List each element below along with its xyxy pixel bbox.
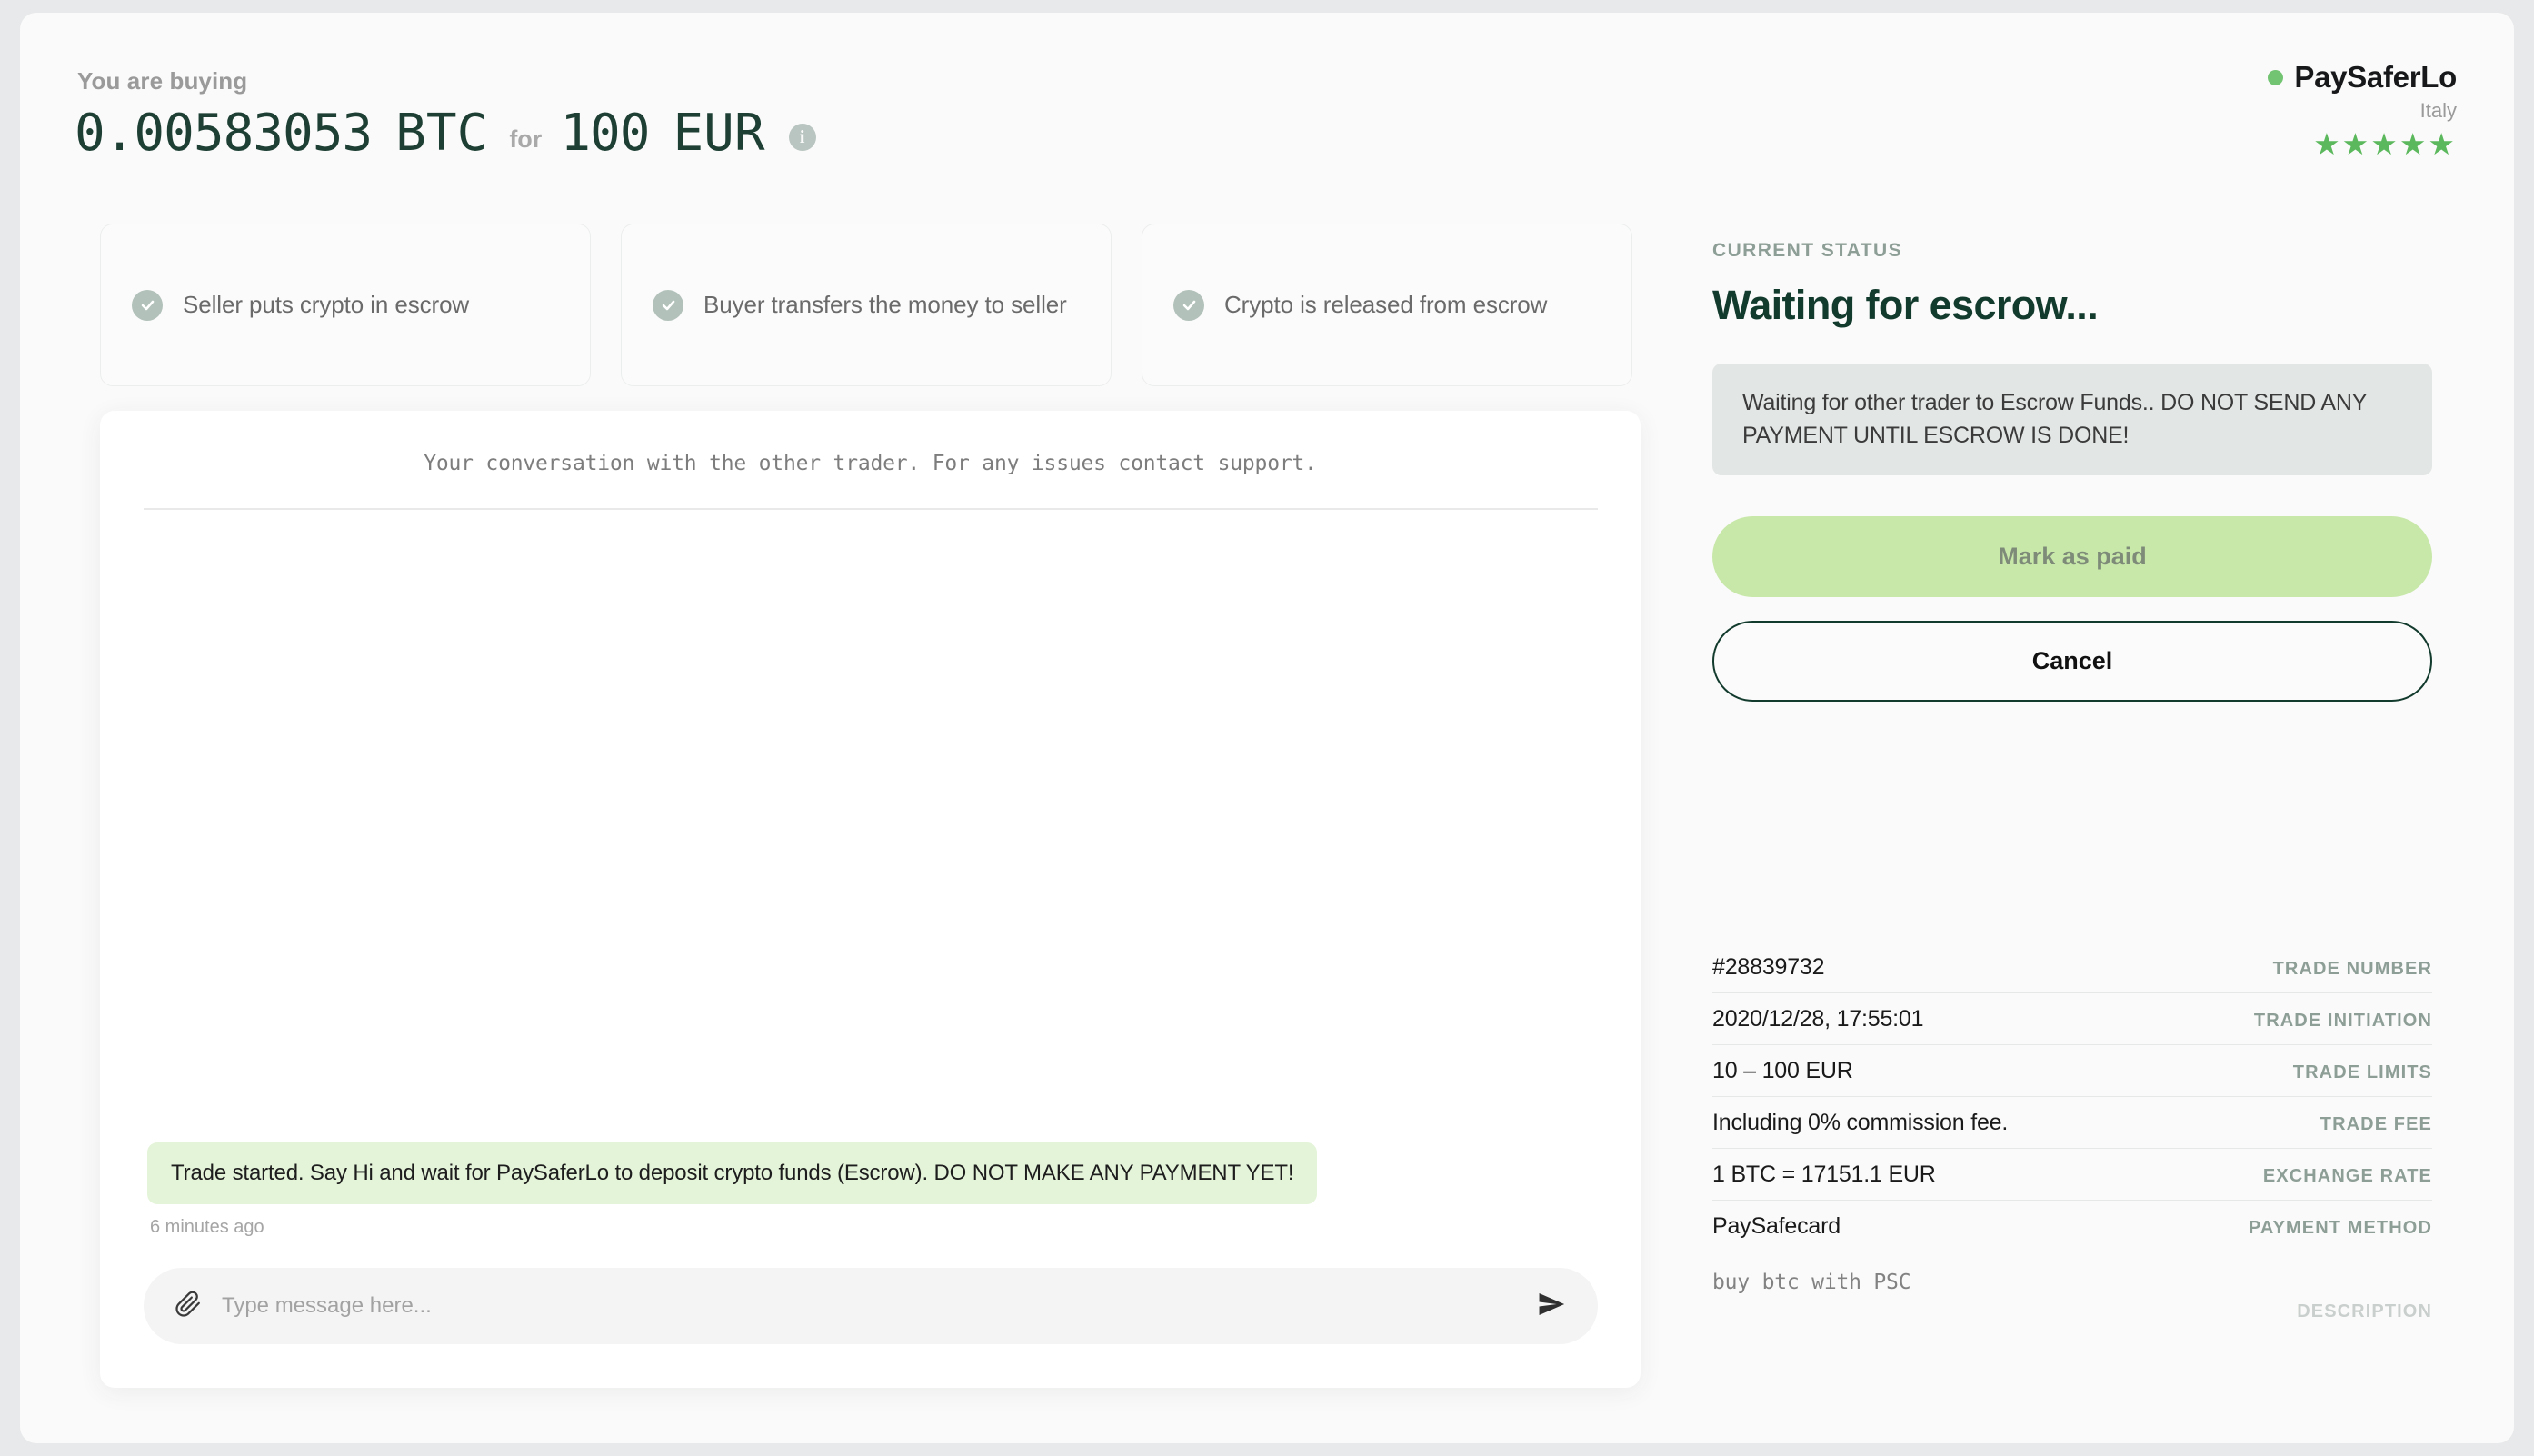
trade-header: You are buying 0.00583053 BTC for 100 EU… — [20, 13, 2514, 211]
mark-as-paid-button[interactable]: Mark as paid — [1712, 516, 2432, 597]
app-frame: You are buying 0.00583053 BTC for 100 EU… — [20, 13, 2514, 1443]
description-value: buy btc with PSC — [1712, 1271, 1911, 1294]
trader-brand: PaySaferLo Italy ★★★★★ — [2268, 60, 2457, 159]
table-row: 2020/12/28, 17:55:01 TRADE INITIATION — [1712, 993, 2432, 1045]
detail-key: TRADE FEE — [2320, 1114, 2432, 1134]
step-label: Buyer transfers the money to seller — [703, 290, 1067, 318]
for-label: for — [509, 125, 543, 153]
send-icon[interactable] — [1536, 1289, 1567, 1324]
detail-value: 10 – 100 EUR — [1712, 1058, 1853, 1083]
table-row: 10 – 100 EUR TRADE LIMITS — [1712, 1045, 2432, 1097]
chat-message-list[interactable]: Trade started. Say Hi and wait for PaySa… — [100, 511, 1641, 1238]
detail-value: 1 BTC = 17151.1 EUR — [1712, 1162, 1936, 1187]
step-card-buyer-transfer: Buyer transfers the money to seller — [621, 224, 1112, 386]
info-icon[interactable]: i — [788, 124, 816, 151]
trader-country: Italy — [2419, 99, 2457, 122]
trade-amount-row: 0.00583053 BTC for 100 EUR i — [75, 108, 816, 159]
status-panel: CURRENT STATUS Waiting for escrow... Wai… — [1712, 240, 2432, 702]
chat-divider — [144, 508, 1598, 510]
escrow-steps: Seller puts crypto in escrow Buyer trans… — [100, 224, 1632, 386]
step-card-seller-escrow: Seller puts crypto in escrow — [100, 224, 591, 386]
paperclip-icon[interactable] — [175, 1291, 202, 1322]
trade-details-table: #28839732 TRADE NUMBER 2020/12/28, 17:55… — [1712, 942, 2432, 1334]
description-key: DESCRIPTION — [2297, 1301, 2432, 1321]
trader-rating-stars: ★★★★★ — [2313, 127, 2457, 161]
table-row: #28839732 TRADE NUMBER — [1712, 942, 2432, 993]
chat-message-input[interactable] — [222, 1293, 1516, 1319]
detail-key: TRADE LIMITS — [2292, 1062, 2432, 1082]
chat-input-bar — [144, 1268, 1598, 1344]
crypto-unit: BTC — [395, 104, 488, 163]
status-notice: Waiting for other trader to Escrow Funds… — [1712, 364, 2432, 475]
detail-value: #28839732 — [1712, 954, 1825, 980]
detail-key: TRADE NUMBER — [2272, 959, 2432, 979]
chat-header-note: Your conversation with the other trader.… — [424, 452, 1317, 475]
chat-message-time: 6 minutes ago — [150, 1217, 264, 1237]
detail-key: PAYMENT METHOD — [2248, 1218, 2432, 1238]
step-label: Seller puts crypto in escrow — [183, 290, 470, 318]
detail-value: 2020/12/28, 17:55:01 — [1712, 1006, 1924, 1032]
detail-value: Including 0% commission fee. — [1712, 1110, 2009, 1135]
check-circle-icon — [132, 289, 163, 321]
table-row: PaySafecard PAYMENT METHOD — [1712, 1201, 2432, 1252]
fiat-amount: 100 — [560, 104, 650, 163]
step-label: Crypto is released from escrow — [1224, 290, 1548, 318]
table-row: 1 BTC = 17151.1 EUR EXCHANGE RATE — [1712, 1149, 2432, 1201]
buying-label: You are buying — [77, 67, 248, 95]
detail-key: EXCHANGE RATE — [2262, 1166, 2432, 1186]
table-row-description: buy btc with PSC DESCRIPTION — [1712, 1252, 2432, 1334]
detail-value: PaySafecard — [1712, 1213, 1841, 1239]
chat-message: Trade started. Say Hi and wait for PaySa… — [147, 1142, 1318, 1238]
trader-name[interactable]: PaySaferLo — [2294, 60, 2457, 95]
detail-key: TRADE INITIATION — [2253, 1011, 2432, 1031]
chat-message-text: Trade started. Say Hi and wait for PaySa… — [147, 1142, 1318, 1204]
info-icon-glyph: i — [799, 127, 805, 147]
current-status-label: CURRENT STATUS — [1712, 240, 1902, 261]
chat-card: Your conversation with the other trader.… — [100, 411, 1641, 1388]
table-row: Including 0% commission fee. TRADE FEE — [1712, 1097, 2432, 1149]
cancel-button[interactable]: Cancel — [1712, 621, 2432, 702]
check-circle-icon — [1173, 289, 1204, 321]
check-circle-icon — [653, 289, 683, 321]
crypto-amount: 0.00583053 — [75, 104, 373, 163]
step-card-crypto-released: Crypto is released from escrow — [1142, 224, 1632, 386]
trader-name-row: PaySaferLo — [2268, 60, 2457, 95]
fiat-unit: EUR — [673, 104, 765, 163]
online-status-dot — [2268, 69, 2284, 85]
current-status-title: Waiting for escrow... — [1712, 282, 2099, 328]
